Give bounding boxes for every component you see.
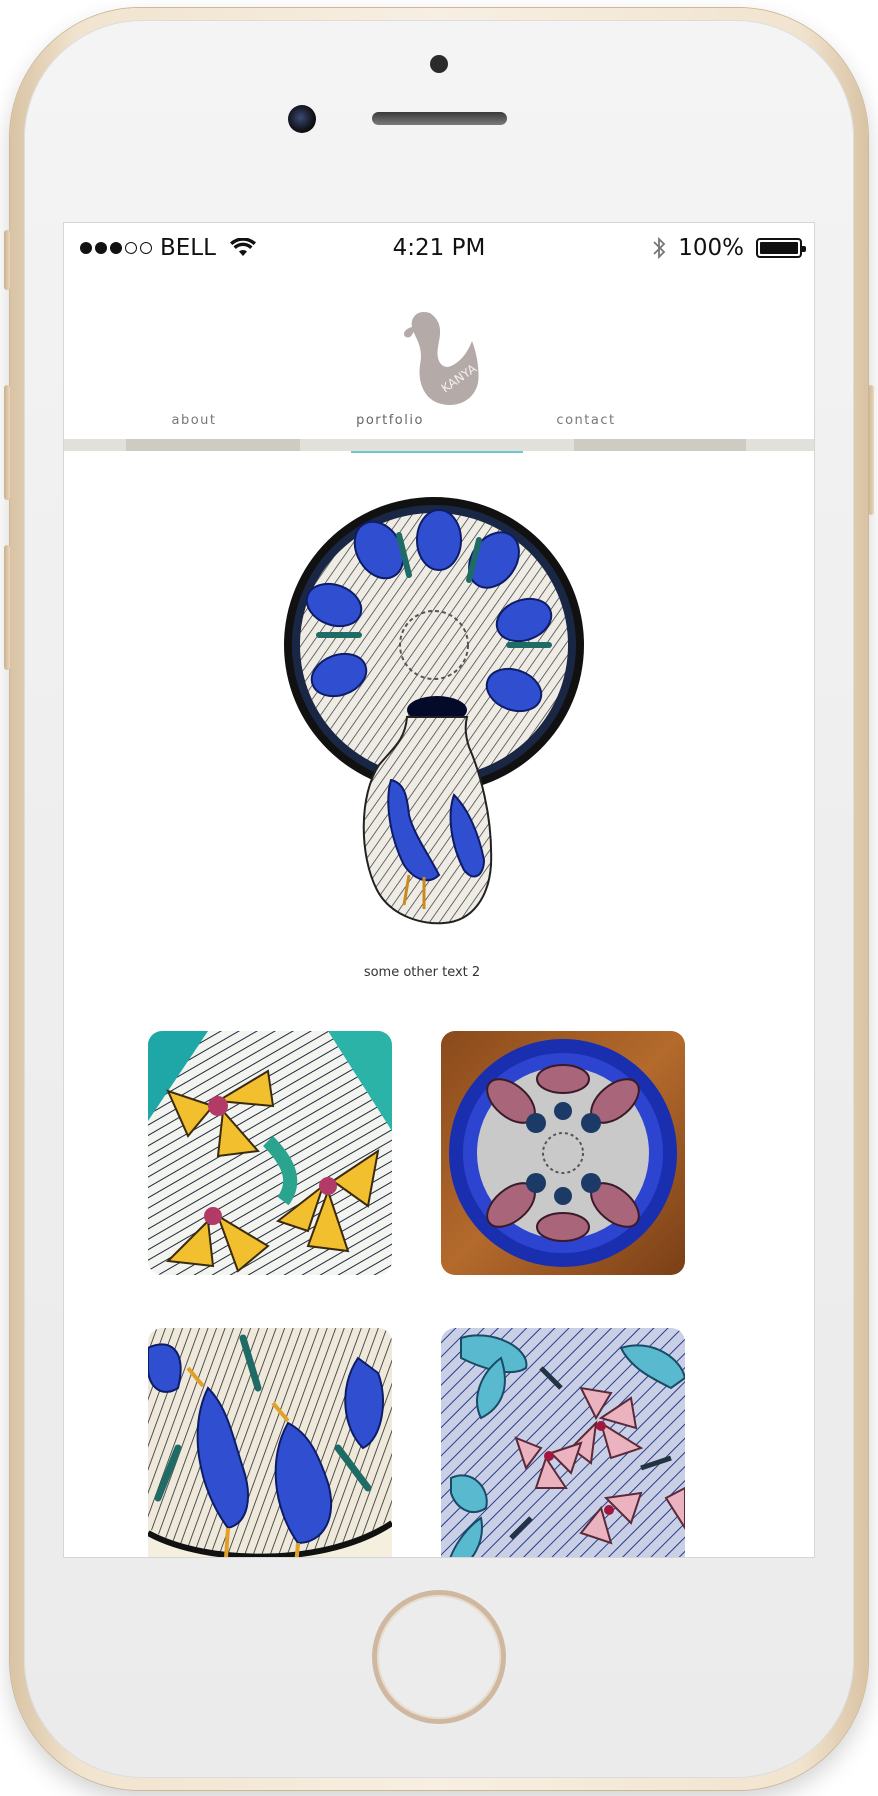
hummingbird-image [441, 1328, 685, 1557]
duck-bowl-image [441, 1031, 685, 1275]
thumbnail-duck-bowl[interactable] [441, 1031, 685, 1275]
proximity-sensor [430, 55, 448, 73]
status-bar: BELL 4:21 PM 100% [64, 223, 814, 279]
phone-screen: BELL 4:21 PM 100% KANYA about portfolio … [63, 222, 815, 1558]
volume-down-button [4, 545, 10, 670]
volume-up-button [4, 385, 10, 500]
nav-active-indicator [351, 451, 523, 453]
earpiece-speaker [372, 112, 507, 125]
thumbnail-yellow-flowers[interactable] [148, 1031, 392, 1275]
battery-icon [756, 238, 806, 258]
home-button[interactable] [372, 1590, 506, 1724]
thumbnail-blue-herons[interactable] [148, 1328, 392, 1557]
power-button [868, 385, 874, 515]
hero-caption: some other text 2 [363, 965, 481, 980]
bluetooth-icon [653, 236, 666, 260]
hero-artwork-image[interactable] [279, 495, 589, 935]
battery-percent: 100% [678, 235, 744, 261]
mute-switch [4, 230, 10, 290]
swan-logo[interactable]: KANYA [400, 305, 484, 409]
blue-herons-image [148, 1328, 392, 1557]
yellow-flowers-image [148, 1031, 392, 1275]
nav-underline-bar [64, 439, 814, 451]
thumbnail-hummingbirds[interactable] [441, 1328, 685, 1557]
front-camera-icon [288, 105, 316, 133]
